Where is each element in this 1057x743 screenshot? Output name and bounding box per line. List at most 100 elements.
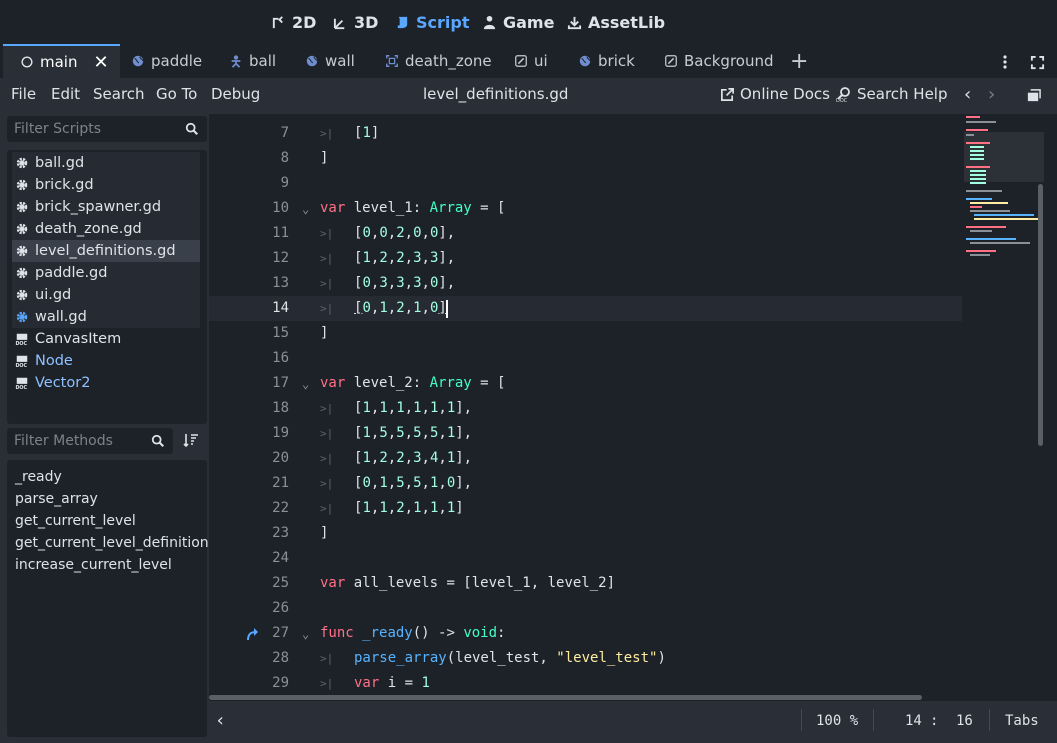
gear-icon [16,311,28,323]
search-help-label: Search Help [857,85,948,103]
code-line: var all_levels = [level_1, level_2] [320,575,616,591]
code-editor[interactable]: 7 >| [1] 8 ] 9 10 ⌄ var level_1: Array =… [209,114,1057,701]
menu-edit[interactable]: Edit [51,85,80,103]
tab-ball[interactable]: ball [229,44,276,78]
body-icon [231,55,241,68]
fold-arrow-icon[interactable]: ⌄ [302,627,309,641]
code-line: ] [320,150,329,166]
more-options-icon[interactable] [995,52,1015,72]
workspace-2d[interactable]: 2D [271,11,316,33]
tab-wall[interactable]: wall [305,44,355,78]
script-item[interactable]: death_zone.gd [12,218,200,240]
search-help-button[interactable]: DOC Search Help [836,85,948,103]
zoom-level[interactable]: 100 % [816,713,858,729]
horizontal-scrollbar[interactable] [209,695,922,700]
script-file-title: level_definitions.gd [423,85,569,103]
fold-arrow-icon[interactable]: ⌄ [302,377,309,391]
tab-paddle[interactable]: paddle [131,44,202,78]
game-icon [483,15,496,29]
cursor-line[interactable]: 14 [905,713,922,729]
gear-icon [16,289,28,301]
code-line: var i = 1 [354,675,430,691]
chevron-right-icon[interactable]: › [988,84,995,105]
tab-marker: >| [320,402,334,415]
method-item[interactable]: get_current_level [15,513,136,529]
script-item[interactable]: brick.gd [12,174,200,196]
doc-item[interactable]: DOC Vector2 [12,372,200,394]
line-number: 16 [272,350,289,366]
script-item[interactable]: ui.gd [12,284,200,306]
workspace-3d[interactable]: 3D [333,11,378,33]
vertical-scrollbar[interactable] [1038,184,1043,446]
tab-ui[interactable]: ui [514,44,548,78]
script-item-label: wall.gd [35,309,87,325]
2d-icon [272,15,283,28]
workspace-3d-label: 3D [354,12,379,32]
online-docs-button[interactable]: Online Docs [720,85,830,103]
tab-marker: >| [320,427,334,440]
line-number: 29 [272,675,289,691]
code-line: var level_1: Array = [ [320,200,506,216]
close-icon[interactable]: ✕ [93,52,108,73]
help-search-icon: DOC [836,87,850,102]
line-number: 17 [272,375,289,391]
script-item[interactable]: paddle.gd [12,262,200,284]
script-editor-panel: File Edit Search Go To Debug level_defin… [0,78,1057,743]
script-item[interactable]: wall.gd [12,306,200,328]
method-item[interactable]: increase_current_level [15,557,172,573]
workspace-game-label: Game [503,12,555,32]
minimap[interactable] [964,114,1057,701]
cursor-column[interactable]: 16 [956,713,973,729]
line-number: 18 [272,400,289,416]
menu-debug[interactable]: Debug [211,85,260,103]
line-number: 15 [272,325,289,341]
workspace-game[interactable]: Game [482,11,554,33]
code-line: var level_2: Array = [ [320,375,506,391]
workspace-script[interactable]: Script [395,11,469,33]
sort-icon[interactable] [183,432,201,450]
filter-methods-input[interactable] [14,433,173,449]
workspace-bar: 2D 3D Script Game AssetLib [0,0,1057,44]
chevron-left-icon[interactable]: ‹ [964,84,971,105]
area-icon [386,55,398,67]
add-tab-button[interactable]: + [790,44,808,78]
code-line: [0,1,5,5,1,0], [354,475,473,491]
float-window-icon[interactable] [1026,87,1041,108]
doc-item[interactable]: DOC CanvasItem [12,328,200,350]
tab-marker: >| [320,277,334,290]
text-cursor [446,300,448,318]
script-item-label: ball.gd [35,155,85,171]
tab-brick[interactable]: brick [578,44,635,78]
line-number: 10 [272,200,289,216]
script-item[interactable]: brick_spawner.gd [12,196,200,218]
distraction-free-icon[interactable] [1027,52,1047,72]
tab-marker: >| [320,502,334,515]
external-link-icon [721,87,734,101]
tab-main[interactable]: main ✕ [3,44,120,78]
svg-text:DOC: DOC [15,363,27,368]
menu-search[interactable]: Search [93,85,145,103]
script-item-selected[interactable]: level_definitions.gd [12,240,200,262]
workspace-assetlib[interactable]: AssetLib [567,11,665,33]
script-item[interactable]: ball.gd [12,152,200,174]
filter-methods-field[interactable] [7,428,173,454]
indent-mode[interactable]: Tabs [1005,713,1039,729]
method-item[interactable]: parse_array [15,491,98,507]
tab-background[interactable]: Background [664,44,774,78]
menu-file[interactable]: File [11,85,36,103]
tab-marker: >| [320,652,334,665]
toggle-scripts-panel-icon[interactable]: ‹ [215,710,226,731]
gear-icon [16,179,28,191]
code-line: [1,5,5,5,5,1], [354,425,473,441]
menu-go-to[interactable]: Go To [156,85,197,103]
code-line: [0,1,2,1,0] [354,300,447,316]
line-number: 27 [272,625,289,641]
filter-scripts-input[interactable] [14,121,207,137]
line-number: 19 [272,425,289,441]
method-item[interactable]: get_current_level_definition [15,535,209,551]
tab-death-zone[interactable]: death_zone [385,44,492,78]
filter-scripts-field[interactable] [7,116,207,142]
doc-item[interactable]: DOC Node [12,350,200,372]
fold-arrow-icon[interactable]: ⌄ [302,202,309,216]
method-item[interactable]: _ready [15,469,62,485]
